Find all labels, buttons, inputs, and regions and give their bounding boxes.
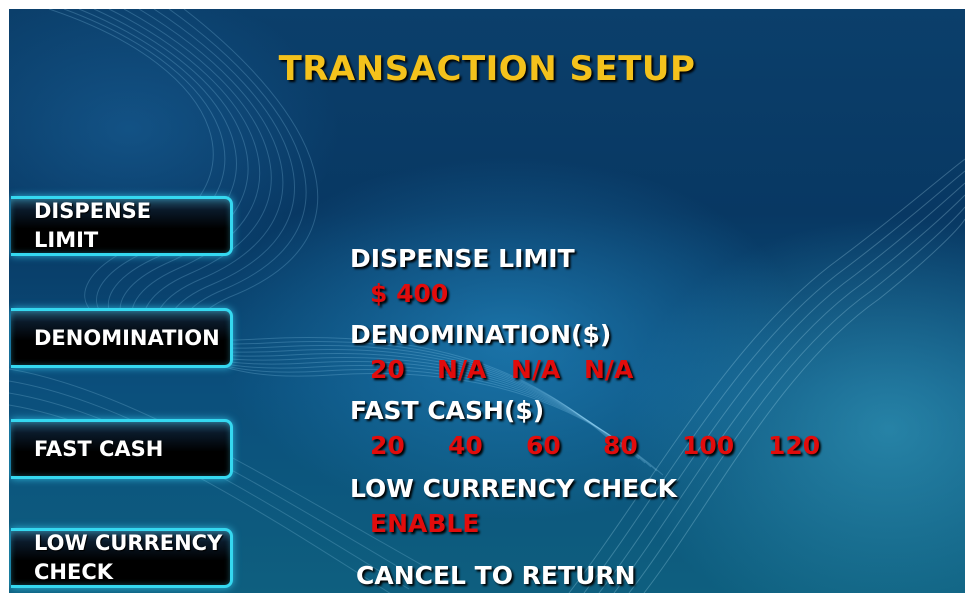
denomination-button-label: DENOMINATION <box>34 325 220 350</box>
denomination-value-4: N/A <box>584 355 634 384</box>
denomination-label: DENOMINATION($) <box>350 320 612 349</box>
dispense-limit-button[interactable]: DISPENSE LIMIT <box>11 196 233 256</box>
dispense-limit-button-label: DISPENSE LIMIT <box>34 199 152 252</box>
atm-screen: TRANSACTION SETUP DISPENSE LIMIT DENOMIN… <box>9 9 965 593</box>
fast-cash-value-1: 20 <box>370 431 405 460</box>
denomination-value-1: 20 <box>370 355 405 384</box>
low-currency-check-button[interactable]: LOW CURRENCY CHECK <box>11 528 233 588</box>
fast-cash-value-2: 40 <box>448 431 483 460</box>
dispense-limit-label: DISPENSE LIMIT <box>350 244 575 273</box>
fast-cash-value-6: 120 <box>768 431 821 460</box>
dispense-limit-value: $ 400 <box>370 279 449 308</box>
fast-cash-value-3: 60 <box>526 431 561 460</box>
denomination-button[interactable]: DENOMINATION <box>11 308 233 368</box>
low-currency-check-label: LOW CURRENCY CHECK <box>350 474 677 503</box>
fast-cash-button[interactable]: FAST CASH <box>11 419 233 479</box>
low-currency-check-button-label: LOW CURRENCY CHECK <box>34 531 223 584</box>
low-currency-check-value: ENABLE <box>370 509 480 538</box>
denomination-value-2: N/A <box>437 355 487 384</box>
fast-cash-label: FAST CASH($) <box>350 396 545 425</box>
background-swirl-graphic <box>9 9 965 593</box>
page-title: TRANSACTION SETUP <box>278 49 696 89</box>
fast-cash-button-label: FAST CASH <box>34 436 164 461</box>
fast-cash-value-5: 100 <box>682 431 735 460</box>
cancel-to-return-text: CANCEL TO RETURN <box>356 561 636 590</box>
denomination-value-3: N/A <box>511 355 561 384</box>
fast-cash-value-4: 80 <box>603 431 638 460</box>
